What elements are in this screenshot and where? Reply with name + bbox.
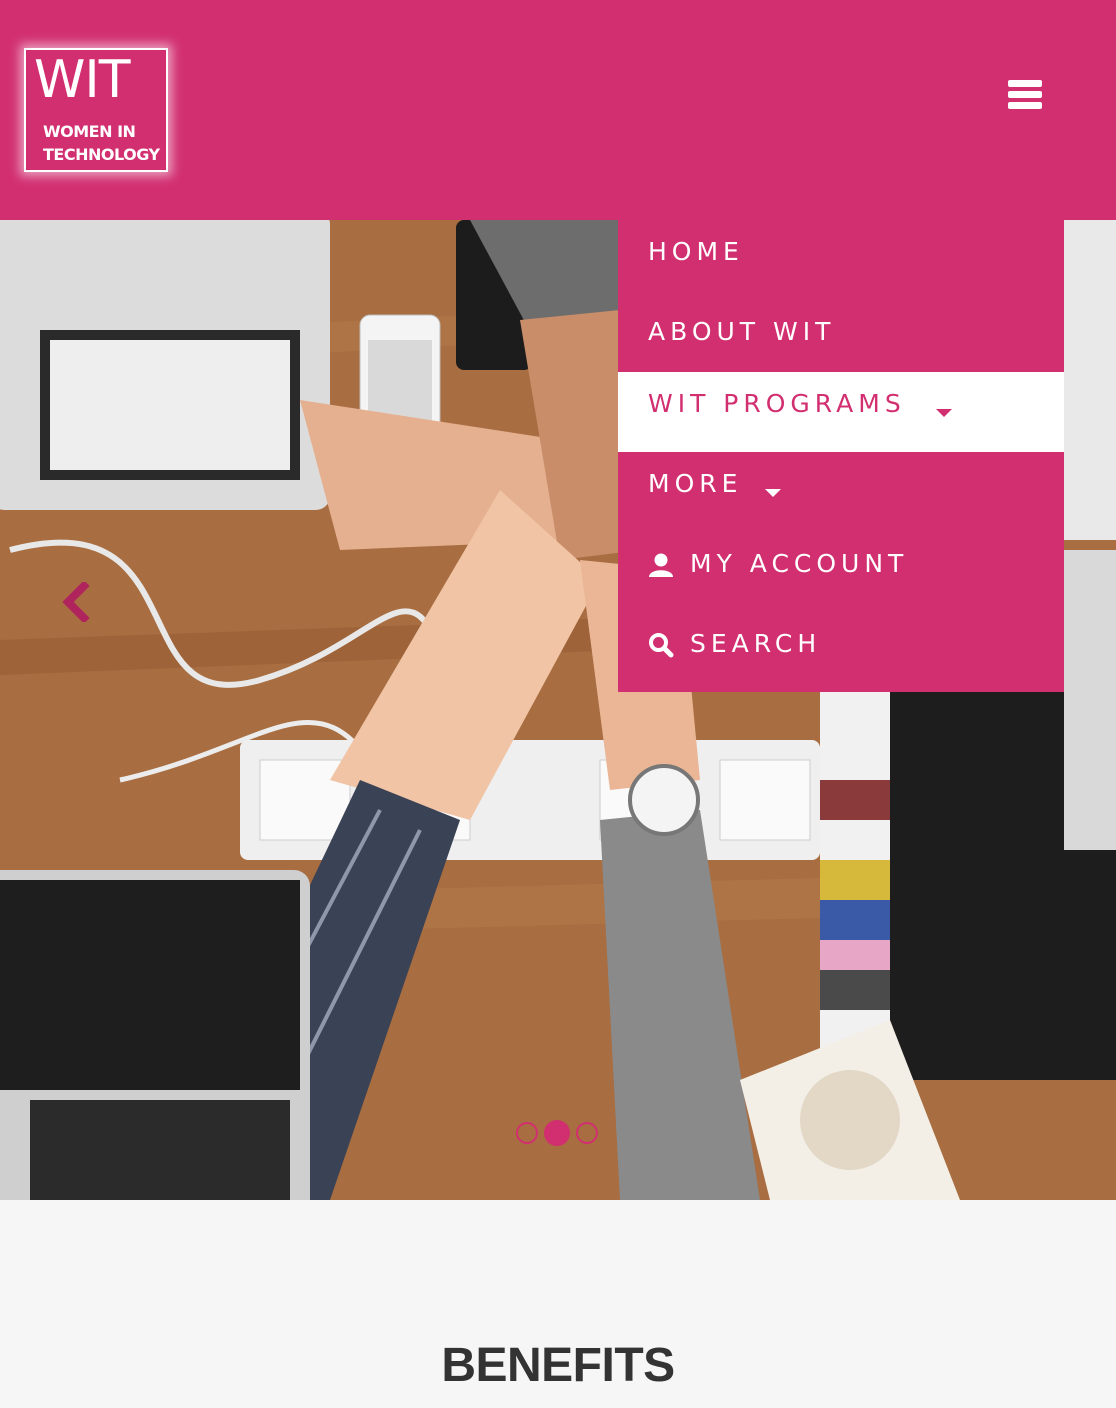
- menu-item-label: MORE: [648, 469, 743, 498]
- menu-item-label: ABOUT WIT: [648, 317, 836, 346]
- carousel-dot-1[interactable]: [516, 1122, 538, 1144]
- benefits-section: BENEFITS: [0, 1200, 1116, 1408]
- logo-wordmark: WIT: [34, 50, 131, 110]
- logo-tagline: WOMEN IN TECHNOLOGY: [43, 122, 160, 164]
- menu-item-search[interactable]: SEARCH: [618, 612, 1064, 692]
- menu-item-label: SEARCH: [690, 629, 822, 658]
- user-icon: [649, 553, 673, 577]
- menu-item-my-account[interactable]: MY ACCOUNT: [618, 532, 1064, 612]
- menu-item-label: MY ACCOUNT: [690, 549, 909, 578]
- site-header: WIT WOMEN IN TECHNOLOGY: [0, 0, 1116, 220]
- carousel-prev-button[interactable]: [60, 582, 100, 622]
- chevron-left-icon: [62, 582, 90, 622]
- menu-item-home[interactable]: HOME: [618, 220, 1064, 300]
- carousel-dots: [514, 1120, 604, 1146]
- menu-item-label: HOME: [648, 237, 744, 266]
- hamburger-icon[interactable]: [1004, 76, 1046, 112]
- wit-logo[interactable]: WIT WOMEN IN TECHNOLOGY: [24, 48, 168, 172]
- menu-item-more[interactable]: MORE: [618, 452, 1064, 532]
- nav-dropdown-menu: HOME ABOUT WIT WIT PROGRAMS MORE MY ACCO…: [618, 220, 1064, 692]
- benefits-heading: BENEFITS: [441, 1339, 675, 1392]
- carousel-dot-3[interactable]: [576, 1122, 598, 1144]
- search-icon: [649, 633, 674, 658]
- menu-item-label: WIT PROGRAMS: [648, 389, 906, 418]
- carousel-dot-2[interactable]: [544, 1120, 570, 1146]
- caret-down-icon: [765, 489, 781, 497]
- caret-down-icon: [936, 409, 952, 417]
- menu-item-wit-programs[interactable]: WIT PROGRAMS: [618, 372, 1064, 452]
